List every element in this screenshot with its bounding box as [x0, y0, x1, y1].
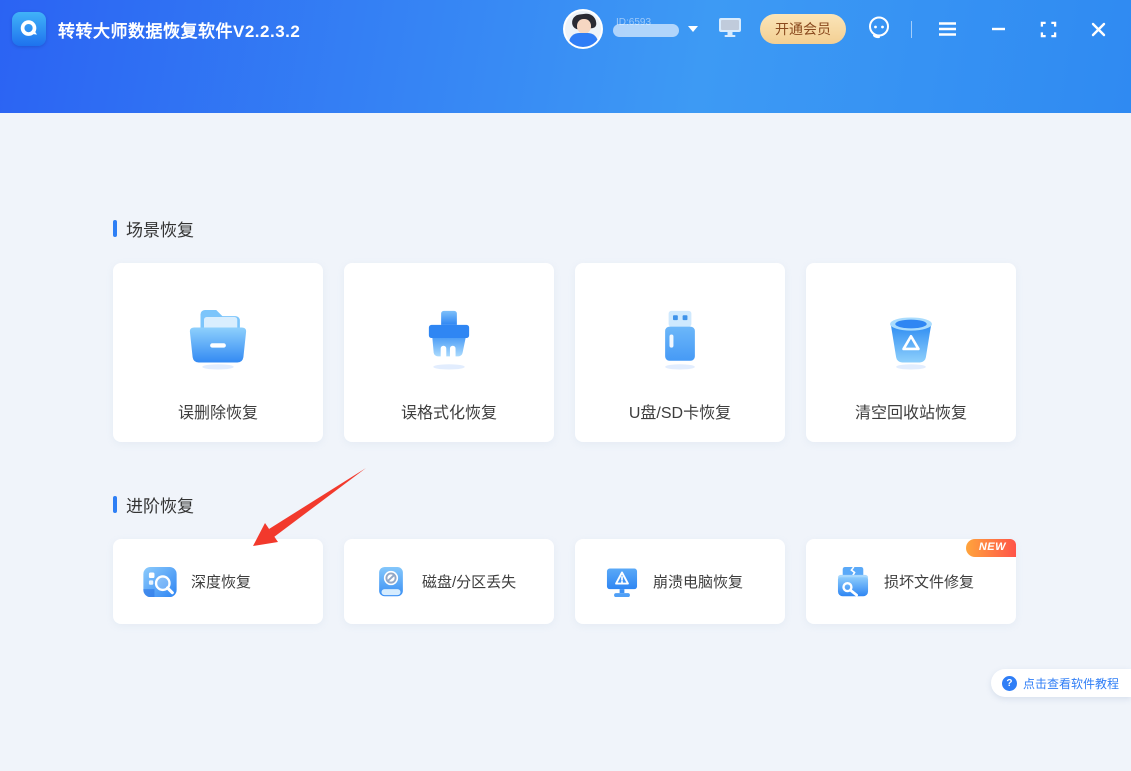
section-title: 进阶恢复 [126, 497, 194, 516]
card-label: 磁盘/分区丢失 [422, 574, 517, 591]
app-logo-icon [12, 12, 46, 46]
section-accent-bar [113, 220, 117, 237]
section-scenario-recovery: 场景恢复 误删除恢复 误格式化恢复 U盘/SD卡恢复 清空回收站恢复 [113, 216, 1016, 442]
disk-partition-icon [379, 566, 403, 596]
card-recycle-bin-recovery[interactable]: 清空回收站恢复 [806, 263, 1016, 442]
folder-icon [189, 310, 247, 370]
card-usb-sd-recovery[interactable]: U盘/SD卡恢复 [575, 263, 785, 442]
card-label: 深度恢复 [191, 574, 252, 591]
card-label: 误格式化恢复 [400, 405, 497, 422]
file-repair-icon [837, 565, 869, 596]
minimize-button[interactable] [982, 15, 1015, 43]
card-corrupted-file-repair[interactable]: NEW 损坏文件修复 [806, 539, 1016, 624]
user-avatar[interactable] [563, 9, 603, 49]
deep-scan-icon [143, 566, 177, 597]
recycle-bin-icon [890, 317, 932, 370]
card-crashed-pc-recovery[interactable]: 崩溃电脑恢复 [575, 539, 785, 624]
question-icon: ? [1001, 675, 1017, 691]
card-label: 损坏文件修复 [884, 574, 975, 591]
membership-button[interactable]: 开通会员 [760, 14, 846, 44]
maximize-button[interactable] [1031, 15, 1066, 44]
main-content: 场景恢复 误删除恢复 误格式化恢复 U盘/SD卡恢复 清空回收站恢复 进阶恢复 … [0, 113, 1131, 624]
card-label: 误删除恢复 [177, 405, 258, 422]
app-title: 转转大师数据恢复软件V2.2.3.2 [58, 21, 301, 41]
customer-service-icon[interactable] [866, 14, 892, 45]
user-id: ID:6593 [613, 17, 679, 37]
new-badge: NEW [965, 539, 1016, 557]
titlebar-divider [911, 20, 912, 38]
card-label: 崩溃电脑恢复 [653, 574, 744, 591]
card-label: 清空回收站恢复 [854, 405, 967, 422]
section-advanced-recovery: 进阶恢复 深度恢复 磁盘/分区丢失 崩溃电脑恢复 NEW 损坏文件修复 [113, 492, 1016, 624]
brush-icon [428, 310, 470, 370]
card-deep-recovery[interactable]: 深度恢复 [113, 539, 323, 624]
card-deleted-file-recovery[interactable]: 误删除恢复 [113, 263, 323, 442]
chevron-down-icon[interactable] [688, 26, 698, 32]
section-accent-bar [113, 496, 117, 513]
tutorial-link[interactable]: ? 点击查看软件教程 [990, 669, 1131, 697]
menu-button[interactable] [929, 15, 966, 43]
crashed-pc-icon [606, 568, 638, 597]
header: 转转大师数据恢复软件V2.2.3.2 ID:6593 开通会员 [0, 0, 1131, 113]
close-button[interactable] [1082, 16, 1115, 43]
tutorial-label: 点击查看软件教程 [1022, 676, 1119, 691]
card-disk-partition-loss[interactable]: 磁盘/分区丢失 [344, 539, 554, 624]
usb-icon [665, 310, 695, 370]
card-formatted-recovery[interactable]: 误格式化恢复 [344, 263, 554, 442]
monitor-icon[interactable] [718, 16, 742, 43]
section-title: 场景恢复 [126, 221, 194, 240]
titlebar: 转转大师数据恢复软件V2.2.3.2 ID:6593 开通会员 [0, 0, 1131, 58]
card-label: U盘/SD卡恢复 [628, 405, 732, 422]
